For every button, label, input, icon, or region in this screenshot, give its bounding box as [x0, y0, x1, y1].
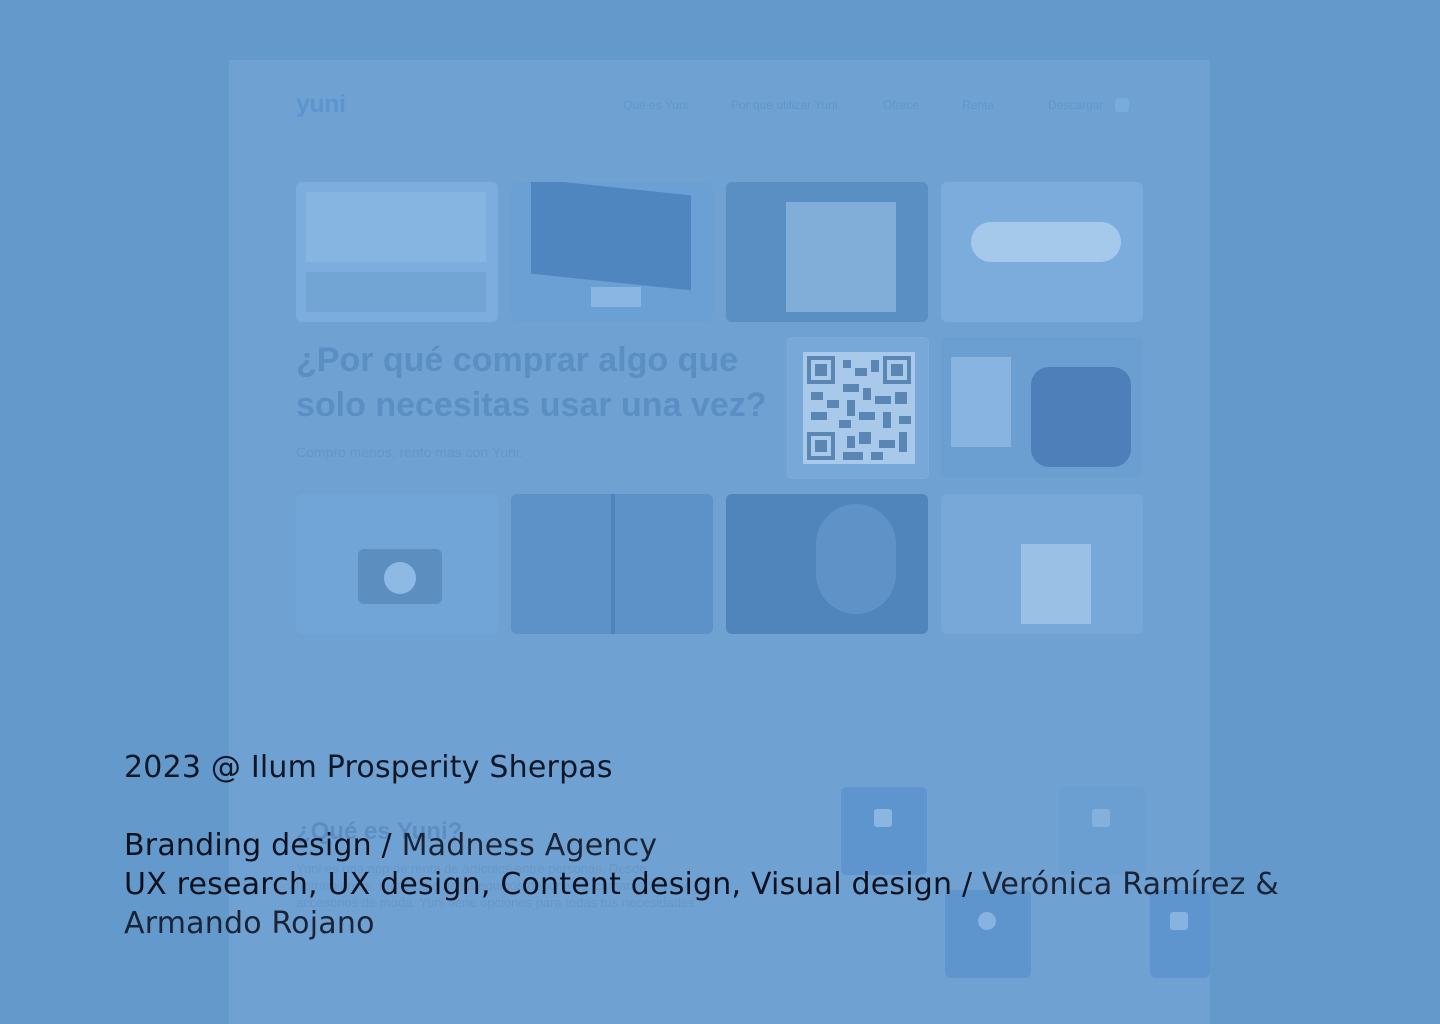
credits-spacer [124, 787, 1324, 826]
hero-subtitle: Compro menos, rento más con Yuni. [296, 444, 523, 460]
product-image-clothes [726, 182, 928, 322]
nav-item-descargar[interactable]: Descargar [1048, 98, 1103, 112]
product-image-camera [296, 494, 498, 634]
credits: 2023 @ Ilum Prosperity Sherpas Branding … [124, 748, 1324, 943]
nav-item-que-es[interactable]: Qué es Yuni [623, 98, 688, 112]
nav-item-renta[interactable]: Renta [962, 98, 994, 112]
credits-branding-role: Branding design / [124, 828, 402, 863]
credits-year-line: 2023 @ Ilum Prosperity Sherpas [124, 750, 613, 785]
product-image-plants [511, 494, 713, 634]
credits-ux-line: UX research, UX design, Content design, … [124, 865, 1324, 943]
credits-branding-line: Branding design / Madness Agency [124, 826, 1324, 865]
product-image-console [941, 337, 1143, 477]
hero-title: ¿Por qué comprar algo que solo necesitas… [296, 341, 767, 424]
product-image-tools [296, 182, 498, 322]
credits-branding-name: Madness Agency [401, 828, 658, 863]
nav-item-por-que[interactable]: Por qué utilizar Yuni [731, 98, 838, 112]
top-nav: Qué es Yuni Por qué utilizar Yuni Ofrece… [229, 98, 1210, 118]
qr-code-icon [803, 352, 915, 464]
product-image-monitor [511, 182, 713, 322]
nav-item-ofrece[interactable]: Ofrece [883, 98, 919, 112]
product-image-shoes [941, 182, 1143, 322]
credits-ux-role: UX research, UX design, Content design, … [124, 867, 982, 902]
product-image-appliance [941, 494, 1143, 634]
qr-code[interactable] [787, 337, 929, 479]
product-image-racket [726, 494, 928, 634]
download-icon[interactable] [1115, 98, 1129, 112]
